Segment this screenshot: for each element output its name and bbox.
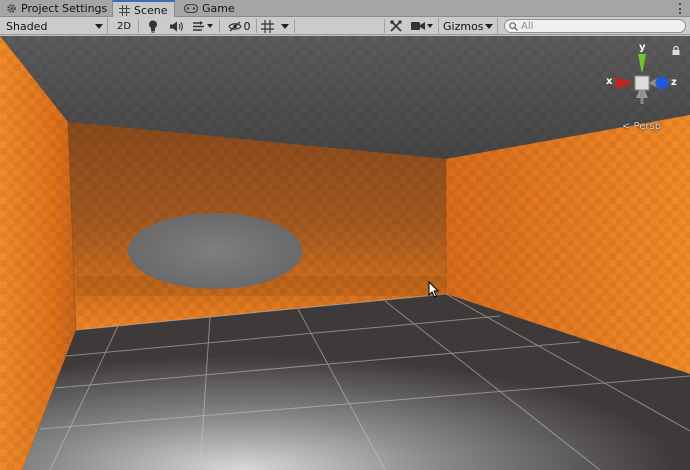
grid-options-dropdown[interactable]: [278, 18, 292, 34]
2d-toggle-button[interactable]: 2D: [113, 18, 135, 34]
scene-toolbar: Shaded 2D 0 Gizmos: [0, 17, 690, 35]
gear-icon: [6, 3, 17, 14]
eye-slash-icon: [227, 21, 242, 31]
lighting-toggle-button[interactable]: [143, 18, 163, 34]
orientation-gizmo[interactable]: y x z: [600, 42, 680, 120]
scene-render: [0, 36, 690, 470]
speaker-icon: [169, 21, 183, 31]
chevron-down-icon: [485, 23, 493, 29]
chevron-down-icon: [206, 24, 213, 28]
gizmos-dropdown[interactable]: Gizmos: [438, 18, 498, 34]
tab-label: Project Settings: [21, 2, 108, 15]
draw-mode-dropdown[interactable]: Shaded: [2, 18, 108, 34]
effects-icon: [192, 20, 204, 31]
lightbulb-icon: [149, 20, 157, 33]
gamepad-icon: [184, 3, 198, 14]
2d-label: 2D: [116, 20, 132, 32]
chevron-down-icon: [281, 23, 289, 29]
axis-label-z: z: [671, 77, 677, 88]
toolbar-divider: [138, 19, 139, 33]
tab-scene[interactable]: Scene: [112, 0, 175, 18]
tab-game[interactable]: Game: [178, 0, 241, 17]
tab-project-settings[interactable]: Project Settings: [0, 0, 113, 17]
scene-viewport[interactable]: y x z < Persp: [0, 36, 690, 470]
tab-label: Scene: [134, 3, 168, 17]
scene-search[interactable]: [504, 19, 686, 33]
axis-label-y: y: [639, 42, 646, 53]
chevron-down-icon: [427, 24, 433, 28]
grid-icon: [119, 4, 130, 16]
audio-toggle-button[interactable]: [166, 18, 186, 34]
draw-mode-value: Shaded: [6, 19, 48, 33]
tab-menu-icon[interactable]: [674, 3, 686, 14]
tools-icon: [390, 20, 402, 32]
scene-visibility-toggle[interactable]: 0: [224, 18, 254, 34]
chevron-down-icon: [95, 23, 103, 29]
grid-snap-icon: [260, 19, 274, 33]
search-input[interactable]: [521, 20, 681, 32]
toolbar-divider: [219, 19, 220, 33]
hidden-count: 0: [243, 19, 251, 33]
toolbar-divider: [384, 19, 385, 33]
tools-button[interactable]: [387, 18, 405, 34]
camera-icon: [411, 22, 425, 30]
effects-dropdown[interactable]: [189, 18, 215, 34]
gizmos-label: Gizmos: [443, 19, 484, 33]
grid-toggle-button[interactable]: [258, 18, 276, 34]
toolbar-divider: [294, 19, 295, 33]
editor-tab-bar: Project Settings Scene Game: [0, 0, 690, 18]
axis-label-x: x: [606, 76, 613, 87]
camera-settings-dropdown[interactable]: [408, 18, 436, 34]
tab-label: Game: [202, 2, 235, 15]
projection-toggle[interactable]: < Persp: [622, 121, 661, 132]
search-icon: [509, 21, 518, 31]
toolbar-divider: [256, 19, 257, 33]
